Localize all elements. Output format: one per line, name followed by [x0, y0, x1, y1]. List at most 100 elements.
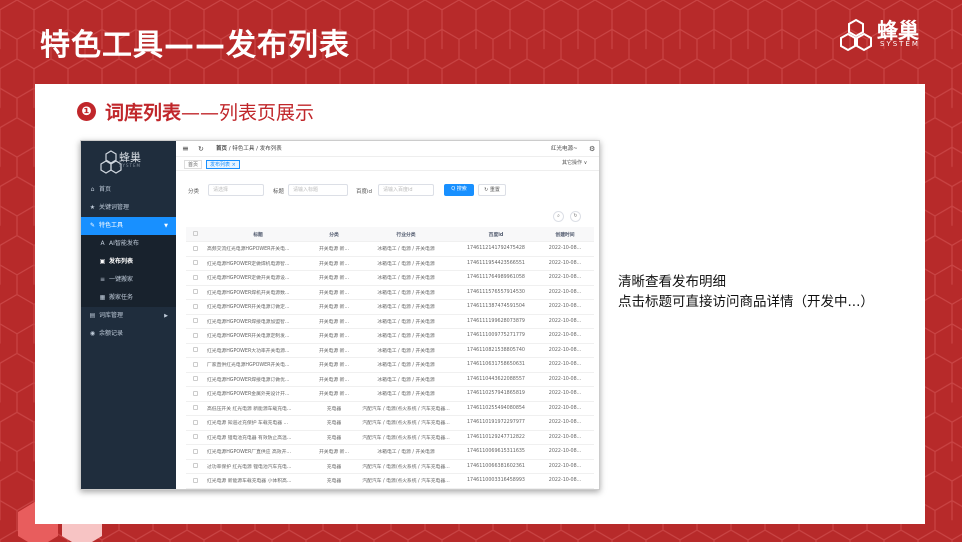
table-row: 过功率保护 红光电源 锂电池汽车充电... 充电器 汽配汽车 / 电源/点火系统 /… — [186, 459, 594, 474]
table-refresh-icon[interactable]: ↻ — [570, 211, 581, 222]
search-button[interactable]: Q 搜索 — [444, 184, 474, 196]
cell-title[interactable]: 红光电源 新能源车载充电器 小体积高... — [204, 473, 312, 489]
cell-created: 2022-10-08... — [536, 415, 594, 431]
row-checkbox[interactable] — [186, 473, 204, 489]
cell-title[interactable]: 红光电源HGPOWER定做开关电源设... — [204, 270, 312, 286]
cell-title[interactable]: 红光电源HGPOWER定做焊机电源智... — [204, 256, 312, 271]
header-industry: 行业分类 — [356, 227, 456, 242]
cell-industry: 冰箱电工 / 电源 / 开关电源 — [356, 241, 456, 257]
sidebar-item-7[interactable]: ▤ 词库管理 ▶ — [81, 307, 176, 325]
search-toggle-icon[interactable]: ⌕ — [553, 211, 564, 222]
cell-category: 充电器 — [312, 459, 356, 474]
user-menu[interactable]: 红光电源~ — [551, 141, 578, 157]
sidebar-item-0[interactable]: ⌂ 首页 — [81, 181, 176, 199]
table-row: 红光电源HGPOWER金属外壳设计开... 开关电源 新... 冰箱电工 / 电源 … — [186, 386, 594, 402]
cell-category: 开关电源 新... — [312, 444, 356, 460]
other-operations-menu[interactable]: 其它操作 ∨ — [562, 159, 587, 166]
baiduid-input[interactable]: 请输入百度id — [378, 184, 434, 196]
menu-icon: ★ — [89, 204, 96, 211]
header-title: 标题 — [204, 227, 312, 242]
cell-created: 2022-10-08... — [536, 401, 594, 416]
cell-industry: 冰箱电工 / 电源 / 开关电源 — [356, 328, 456, 344]
sidebar-item-4[interactable]: ▣ 发布列表 — [81, 253, 176, 271]
section-title-rest: ——列表页展示 — [181, 102, 315, 124]
cell-industry: 冰箱电工 / 电源 / 开关电源 — [356, 444, 456, 460]
row-checkbox[interactable] — [186, 285, 204, 300]
tab-publish-list[interactable]: 发布列表 × — [206, 160, 240, 169]
table-row: 红光电源HGPOWER厂直供应 高效开... 开关电源 新... 冰箱电工 / 电源… — [186, 444, 594, 460]
sidebar-item-label: 搬家任务 — [109, 294, 134, 301]
cell-category: 充电器 — [312, 415, 356, 431]
table-header-row: 标题 分类 行业分类 百度id 创建时间 — [186, 227, 594, 242]
header-checkbox[interactable] — [186, 227, 204, 242]
sidebar-item-1[interactable]: ★ 关键词管理 — [81, 199, 176, 217]
sidebar-item-label: AI智能发布 — [109, 240, 139, 247]
settings-gear-icon[interactable]: ⚙ — [589, 141, 595, 157]
cell-created: 2022-10-08... — [536, 241, 594, 257]
breadcrumb-home[interactable]: 首页 — [216, 146, 227, 152]
title-input[interactable]: 请输入标题 — [288, 184, 348, 196]
cell-category: 开关电源 新... — [312, 270, 356, 286]
row-checkbox[interactable] — [186, 314, 204, 329]
cell-category: 开关电源 新... — [312, 256, 356, 271]
cell-created: 2022-10-08... — [536, 459, 594, 474]
cell-created: 2022-10-08... — [536, 343, 594, 358]
cell-created: 2022-10-08... — [536, 473, 594, 489]
cell-title[interactable]: 红光电源HGPOWER开关电源订做定... — [204, 299, 312, 315]
sidebar-item-3[interactable]: A AI智能发布 — [81, 235, 176, 253]
cell-baiduid: 1746110066381602361 — [456, 459, 536, 474]
cell-created: 2022-10-08... — [536, 299, 594, 315]
tab-home[interactable]: 首页 — [184, 160, 203, 169]
category-label: 分类 — [188, 189, 200, 195]
sidebar-item-2[interactable]: ✎ 特色工具 ▼ — [81, 217, 176, 235]
sidebar-item-label: 关键词管理 — [99, 204, 130, 211]
row-checkbox[interactable] — [186, 343, 204, 358]
reset-button[interactable]: ↻ 重置 — [478, 184, 506, 196]
cell-title[interactable]: 厂家直供红光电源HGPOWER开关电... — [204, 357, 312, 373]
cell-title[interactable]: 红光电源HGPOWER开关电源定制发... — [204, 328, 312, 344]
logo-subtitle: SYSTEM — [880, 40, 920, 48]
row-checkbox[interactable] — [186, 241, 204, 257]
row-checkbox[interactable] — [186, 328, 204, 344]
row-checkbox[interactable] — [186, 444, 204, 460]
cell-title[interactable]: 红光电源HGPOWER大功率开关电源... — [204, 343, 312, 358]
sidebar-item-6[interactable]: ▦ 搬家任务 — [81, 289, 176, 307]
cell-title[interactable]: 高低压开关 红光电源 新能源车载充电... — [204, 401, 312, 416]
cell-title[interactable]: 红光电源HGPOWER焊接电源加盟智... — [204, 314, 312, 329]
cell-created: 2022-10-08... — [536, 256, 594, 271]
row-checkbox[interactable] — [186, 459, 204, 474]
refresh-icon[interactable]: ↻ — [198, 141, 204, 157]
cell-title[interactable]: 红光电源HGPOWER厂直供应 高效开... — [204, 444, 312, 460]
breadcrumb-tools[interactable]: 特色工具 — [232, 146, 254, 152]
cell-title[interactable]: 高频交流红光电源HGPOWER开关电... — [204, 241, 312, 257]
cell-category: 开关电源 新... — [312, 314, 356, 329]
sidebar-item-8[interactable]: ◉ 余额记录 — [81, 325, 176, 343]
row-checkbox[interactable] — [186, 299, 204, 315]
row-checkbox[interactable] — [186, 372, 204, 387]
cell-baiduid: 1746110129247712822 — [456, 430, 536, 445]
cell-title[interactable]: 过功率保护 红光电源 锂电池汽车充电... — [204, 459, 312, 474]
row-checkbox[interactable] — [186, 386, 204, 402]
sidebar-item-label: 特色工具 — [99, 222, 124, 229]
sidebar-item-label: 发布列表 — [109, 258, 134, 265]
table-row: 红光电源HGPOWER大功率开关电源... 开关电源 新... 冰箱电工 / 电源 … — [186, 343, 594, 358]
row-checkbox[interactable] — [186, 357, 204, 373]
cell-title[interactable]: 红光电源HGPOWER焊接电源订做优... — [204, 372, 312, 387]
title-label: 标题 — [273, 189, 285, 195]
row-checkbox[interactable] — [186, 415, 204, 431]
row-checkbox[interactable] — [186, 430, 204, 445]
sidebar-item-5[interactable]: ≡ 一键搬家 — [81, 271, 176, 289]
cell-title[interactable]: 红光电源 知道过充保护 车载充电器 ... — [204, 415, 312, 431]
cell-title[interactable]: 红光电源HGPOWER焊机开关电源数... — [204, 285, 312, 300]
menu-icon: ≡ — [99, 276, 106, 283]
cell-category: 开关电源 新... — [312, 285, 356, 300]
row-checkbox[interactable] — [186, 270, 204, 286]
cell-title[interactable]: 红光电源HGPOWER金属外壳设计开... — [204, 386, 312, 402]
row-checkbox[interactable] — [186, 256, 204, 271]
cell-title[interactable]: 红光电源 锂电池充电器 有效防止高温... — [204, 430, 312, 445]
row-checkbox[interactable] — [186, 401, 204, 416]
category-select[interactable]: 请选择 — [208, 184, 264, 196]
breadcrumb-separator: / — [256, 146, 258, 152]
hamburger-icon[interactable]: ≡ — [182, 141, 189, 157]
cell-category: 充电器 — [312, 401, 356, 416]
